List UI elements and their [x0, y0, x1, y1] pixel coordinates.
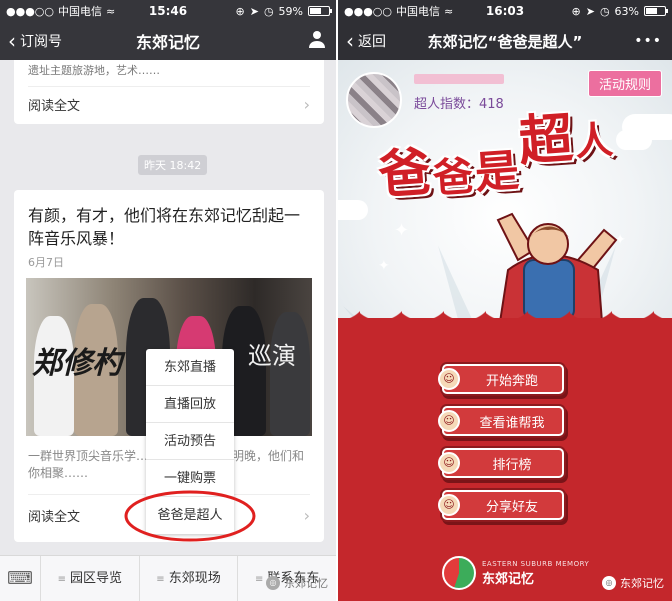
logo-chinese: 东郊记忆 — [482, 571, 535, 587]
article-title[interactable]: 有颜，有才，他们将在东郊记忆刮起一阵音乐风暴！ — [14, 190, 324, 250]
share-friends-button[interactable]: ☺ 分享好友 — [438, 490, 564, 520]
button-label: 查看谁帮我 — [479, 415, 545, 431]
lock-rotation-icon: ⊕ — [235, 4, 245, 18]
page-title: 东郊记忆“爸爸是超人” — [427, 32, 583, 51]
tab-live-scene[interactable]: ≡ 东郊现场 — [138, 555, 238, 601]
carrier: ●●●○○ 中国电信 ≈ — [6, 3, 115, 19]
user-name-blurred — [414, 74, 504, 84]
runner-icon: ☺ — [438, 368, 460, 390]
button-label: 排行榜 — [492, 457, 532, 473]
brand-logo: EASTERN SUBURB MEMORY 东郊记忆 — [442, 556, 589, 590]
helpers-icon: ☺ — [438, 410, 460, 432]
chevron-left-icon: ‹ — [346, 29, 354, 53]
message-timestamp: 昨天 18:42 — [138, 155, 208, 175]
carrier-label: 中国电信 — [396, 5, 440, 18]
article-snippet: 遗址主题旅游地，艺术…… — [28, 64, 160, 77]
back-button[interactable]: ‹ 订阅号 — [0, 29, 62, 53]
chevron-right-icon: › — [303, 94, 310, 114]
status-right: ⊕ ➤ ◷ 63% — [571, 4, 668, 18]
wechat-icon: ◎ — [602, 576, 616, 590]
tab-label: 东郊现场 — [168, 570, 221, 586]
hero-char: 是 — [473, 145, 521, 200]
read-all-label: 阅读全文 — [28, 509, 81, 525]
status-bar: ●●●○○ 中国电信 ≈ 16:03 ⊕ ➤ ◷ 63% — [338, 0, 672, 22]
cover-script-text: 郑修杓 — [32, 346, 122, 381]
hero-char: 人 — [573, 116, 615, 165]
more-button[interactable]: ••• — [634, 33, 662, 49]
wechat-icon: ◎ — [266, 576, 280, 590]
leaderboard-button[interactable]: ☺ 排行榜 — [438, 448, 564, 478]
carrier-label: 中国电信 — [58, 5, 102, 18]
chevron-right-icon: › — [303, 505, 310, 525]
avatar[interactable] — [346, 72, 402, 128]
super-index: 超人指数：418 — [414, 97, 504, 112]
nav-bar: ‹ 返回 东郊记忆“爸爸是超人” ••• — [338, 22, 672, 60]
back-button[interactable]: ‹ 返回 — [338, 29, 386, 53]
battery-percent: 59% — [278, 4, 303, 18]
more-icon: ••• — [634, 33, 662, 49]
signal-icon: ●●●○○ — [6, 4, 54, 18]
activity-rules-button[interactable]: 活动规则 — [587, 70, 662, 97]
watermark-label: 东郊记忆 — [284, 577, 328, 590]
start-run-button[interactable]: ☺ 开始奔跑 — [438, 364, 564, 394]
profile-button[interactable] — [308, 30, 326, 53]
read-all-link[interactable]: 阅读全文 › — [14, 87, 324, 121]
red-circle-annotation — [124, 490, 256, 542]
alarm-icon: ◷ — [599, 4, 610, 18]
location-icon: ➤ — [249, 4, 259, 18]
alarm-icon: ◷ — [263, 4, 274, 18]
leaderboard-icon: ☺ — [438, 452, 460, 474]
button-label: 开始奔跑 — [485, 373, 538, 389]
logo-mark-icon — [442, 556, 476, 590]
view-helpers-button[interactable]: ☺ 查看谁帮我 — [438, 406, 564, 436]
back-label: 订阅号 — [20, 34, 62, 50]
button-label: 分享好友 — [485, 499, 538, 515]
chevron-left-icon: ‹ — [8, 29, 16, 53]
status-right: ⊕ ➤ ◷ 59% — [235, 4, 332, 18]
back-label: 返回 — [358, 34, 386, 50]
carrier: ●●●○○ 中国电信 ≈ — [344, 3, 453, 19]
menu-item-preview[interactable]: 活动预告 — [146, 423, 234, 460]
battery-percent: 63% — [614, 4, 639, 18]
read-all-label: 阅读全文 — [28, 98, 81, 114]
menu-item-replay[interactable]: 直播回放 — [146, 386, 234, 423]
right-phone-screen: ●●●○○ 中国电信 ≈ 16:03 ⊕ ➤ ◷ 63% ‹ 返回 东郊记忆“爸… — [338, 0, 672, 601]
person-icon — [309, 30, 325, 48]
cover-tour-text: 巡演 — [248, 342, 296, 370]
location-icon: ➤ — [585, 4, 595, 18]
nav-bar: ‹ 订阅号 东郊记忆 — [0, 22, 336, 60]
signal-icon: ●●●○○ — [344, 4, 392, 18]
share-icon: ☺ — [438, 494, 460, 516]
tab-label: 园区导览 — [70, 570, 123, 586]
hero-char: 超 — [516, 105, 575, 174]
wifi-icon: ≈ — [106, 4, 116, 18]
sparkle-icon: ✦ — [378, 258, 390, 274]
battery-icon — [644, 6, 668, 16]
lock-rotation-icon: ⊕ — [571, 4, 581, 18]
menu-item-live[interactable]: 东郊直播 — [146, 349, 234, 386]
keyboard-icon[interactable]: ⌨ — [0, 568, 40, 589]
watermark-label: 东郊记忆 — [620, 577, 664, 590]
left-phone-screen: ●●●○○ 中国电信 ≈ 15:46 ⊕ ➤ ◷ 59% ‹ 订阅号 东郊记忆 … — [0, 0, 336, 601]
logo-english: EASTERN SUBURB MEMORY — [482, 559, 590, 568]
watermark: ◎ 东郊记忆 — [602, 575, 664, 591]
battery-icon — [308, 6, 332, 16]
sparkle-icon: ✦ — [394, 220, 410, 241]
watermark: ◎ 东郊记忆 — [266, 575, 328, 591]
wifi-icon: ≈ — [444, 4, 454, 18]
tab-park-guide[interactable]: ≡ 园区导览 — [40, 555, 139, 601]
hero-char: 爸 — [376, 141, 433, 206]
hero-char: 爸 — [431, 152, 475, 203]
status-bar: ●●●○○ 中国电信 ≈ 15:46 ⊕ ➤ ◷ 59% — [0, 0, 336, 22]
previous-article-card[interactable]: 遗址主题旅游地，艺术…… 阅读全文 › — [14, 60, 324, 124]
article-date: 6月7日 — [28, 256, 64, 269]
curtain-edge — [338, 296, 672, 346]
